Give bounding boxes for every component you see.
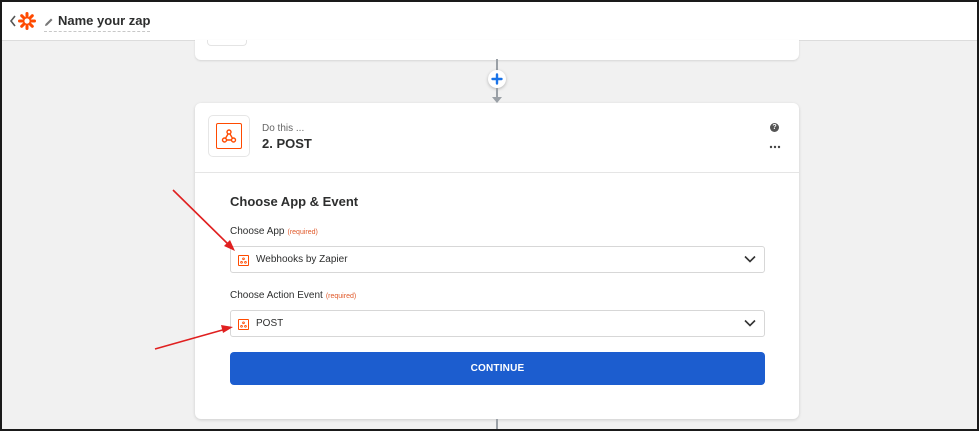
choose-event-value: POST xyxy=(256,318,284,329)
action-step-card: Do this ... 2. POST ? Choose App & Event… xyxy=(195,103,799,419)
choose-event-select[interactable]: POST xyxy=(230,310,765,337)
required-tag: (required) xyxy=(287,229,318,236)
previous-step-icon xyxy=(207,40,247,46)
connector-line-next xyxy=(496,419,498,429)
webhook-icon xyxy=(216,123,242,149)
step-subtitle: Do this ... xyxy=(262,123,305,134)
webhook-icon xyxy=(238,319,249,330)
webhook-icon xyxy=(238,255,249,266)
section-title: Choose App & Event xyxy=(230,194,359,209)
chevron-down-icon xyxy=(744,255,756,263)
choose-app-label-text: Choose App xyxy=(230,226,285,237)
chevron-down-icon xyxy=(744,319,756,327)
previous-step-card[interactable] xyxy=(195,40,799,60)
required-tag: (required) xyxy=(325,293,357,300)
choose-app-label: Choose App (required) xyxy=(230,226,318,237)
zapier-logo-icon[interactable] xyxy=(18,12,36,30)
help-icon[interactable]: ? xyxy=(770,123,779,132)
app-window: Name your zap Do this ... 2. POST ? Choo… xyxy=(0,0,979,431)
add-step-button[interactable] xyxy=(488,70,506,88)
chevron-left-icon[interactable] xyxy=(9,14,17,28)
step-app-icon-box xyxy=(208,115,250,157)
more-icon[interactable] xyxy=(769,141,781,149)
step-title: 2. POST xyxy=(262,136,312,151)
choose-event-label: Choose Action Event (required) xyxy=(230,290,356,301)
choose-app-select[interactable]: Webhooks by Zapier xyxy=(230,246,765,273)
step-header[interactable]: Do this ... 2. POST ? xyxy=(195,103,799,173)
zap-name-text: Name your zap xyxy=(58,13,151,28)
plus-icon xyxy=(491,73,503,85)
pencil-icon xyxy=(43,15,54,26)
zap-name-field[interactable]: Name your zap xyxy=(44,12,151,32)
continue-button[interactable]: CONTINUE xyxy=(230,352,765,385)
top-bar: Name your zap xyxy=(2,2,977,41)
choose-app-value: Webhooks by Zapier xyxy=(256,254,348,265)
choose-event-label-text: Choose Action Event xyxy=(230,290,323,301)
